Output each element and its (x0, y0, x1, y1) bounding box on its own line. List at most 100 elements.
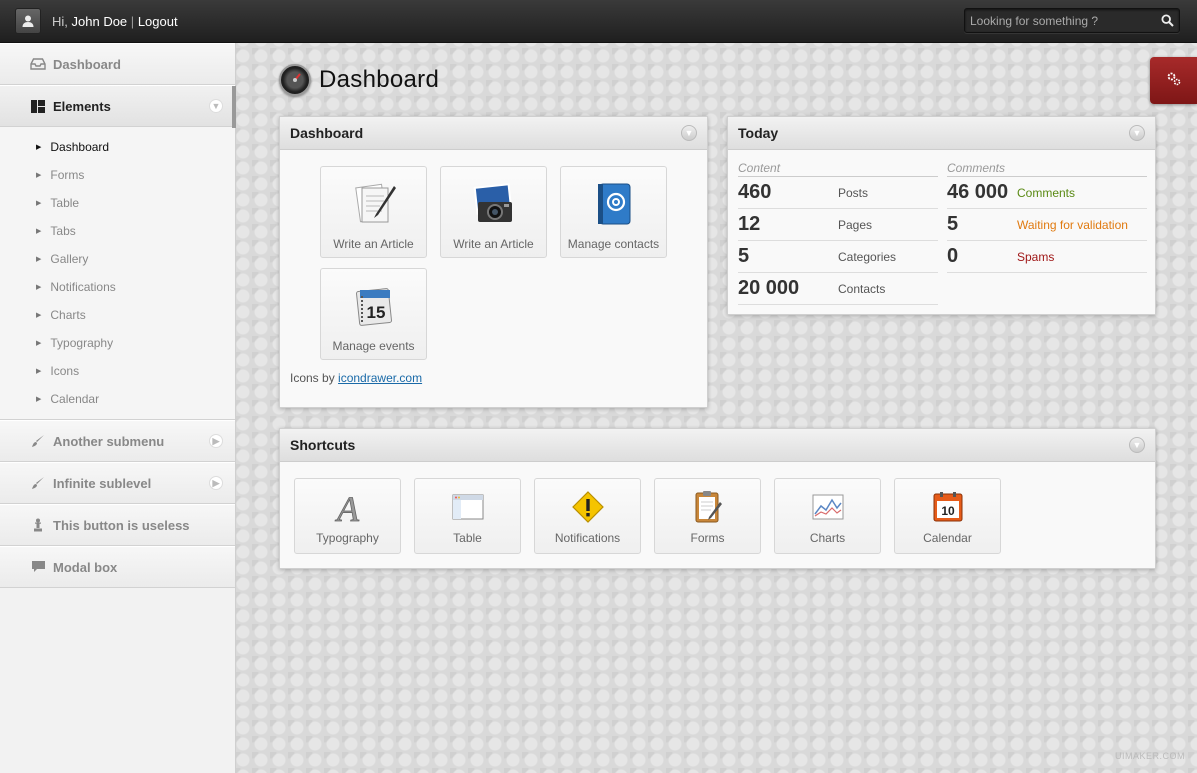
submenu-item-label: Dashboard (50, 140, 110, 154)
stat-row-posts: 460 Posts (738, 177, 938, 209)
stat-value: 20 000 (738, 277, 800, 299)
chevron-right-icon[interactable]: ▶ (209, 476, 223, 490)
elements-submenu: ▶ Dashboard ▶ Forms ▶ Table ▶ Tabs ▶ Gallery … (0, 127, 235, 420)
chevron-down-icon[interactable]: ▼ (209, 99, 223, 113)
warning-icon (570, 489, 606, 525)
submenu-item-tabs[interactable]: ▶ Tabs (0, 217, 235, 245)
submenu-item-label: Notifications (50, 280, 116, 294)
submenu-item-notifications[interactable]: ▶ Notifications (0, 273, 235, 301)
collapse-toggle-icon[interactable]: ▼ (1129, 125, 1145, 141)
submenu-item-label: Typography (50, 336, 114, 350)
layout-icon (30, 98, 46, 114)
sidebar-item-another-submenu[interactable]: Another submenu ▶ (0, 420, 235, 462)
shortcut-forms[interactable]: Forms (654, 478, 761, 554)
shortcut-charts[interactable]: Charts (774, 478, 881, 554)
tile-manage-contacts[interactable]: Manage contacts (560, 166, 667, 258)
stat-row-spams: 0 Spams (947, 241, 1147, 273)
shortcut-label: Table (453, 531, 482, 545)
today-panel: Today ▼ Content 460 Posts 12 Pages 5 Catego… (727, 116, 1156, 315)
window-table-icon (450, 489, 486, 525)
address-book-icon (589, 179, 639, 229)
sidebar: Dashboard Elements ▼ ▶ Dashboard ▶ Forms ▶… (0, 43, 236, 773)
submenu-item-forms[interactable]: ▶ Forms (0, 161, 235, 189)
tile-label: Write an Article (333, 237, 414, 251)
submenu-item-label: Icons (50, 364, 80, 378)
stat-label[interactable]: Posts (838, 186, 868, 200)
settings-gear-button[interactable] (1150, 57, 1197, 104)
stat-row-pages: 12 Pages (738, 209, 938, 241)
font-a-icon: A (330, 489, 366, 525)
watermark: UIMAKER.COM (1114, 751, 1185, 761)
shortcut-label: Charts (809, 531, 846, 545)
shortcut-table[interactable]: Table (414, 478, 521, 554)
submenu-item-table[interactable]: ▶ Table (0, 189, 235, 217)
stat-label[interactable]: Contacts (838, 282, 885, 296)
submenu-item-charts[interactable]: ▶ Charts (0, 301, 235, 329)
sidebar-item-modal-box[interactable]: Modal box (0, 546, 235, 588)
arrow-right-icon: ▶ (36, 228, 42, 235)
submenu-item-label: Tabs (50, 224, 76, 238)
submenu-item-typography[interactable]: ▶ Typography (0, 329, 235, 357)
tile-write-article[interactable]: Write an Article (320, 166, 427, 258)
user-avatar-icon[interactable] (15, 8, 41, 34)
tile-label: Manage events (332, 339, 415, 353)
tile-manage-events[interactable]: 15 Manage events (320, 268, 427, 360)
collapse-toggle-icon[interactable]: ▼ (1129, 437, 1145, 453)
sidebar-item-useless-button[interactable]: This button is useless (0, 504, 235, 546)
submenu-item-dashboard[interactable]: ▶ Dashboard (0, 133, 235, 161)
sidebar-item-label: This button is useless (53, 517, 190, 533)
shortcut-notifications[interactable]: Notifications (534, 478, 641, 554)
content-column-header: Content (738, 161, 938, 177)
stat-label[interactable]: Categories (838, 250, 896, 264)
submenu-item-icons[interactable]: ▶ Icons (0, 357, 235, 385)
stat-label-spams[interactable]: Spams (1017, 250, 1054, 264)
arrow-right-icon: ▶ (36, 396, 42, 403)
shortcut-calendar[interactable]: 10 Calendar (894, 478, 1001, 554)
stat-value: 0 (947, 245, 959, 267)
stat-value: 460 (738, 181, 772, 203)
sidebar-item-dashboard[interactable]: Dashboard (0, 43, 235, 85)
speech-bubble-icon (30, 559, 46, 575)
arrow-right-icon: ▶ (36, 340, 42, 347)
top-bar: Hi, John Doe | Logout (0, 0, 1197, 43)
shortcut-label: Notifications (554, 531, 621, 545)
stat-label-waiting[interactable]: Waiting for validation (1017, 218, 1128, 232)
clipboard-icon (690, 489, 726, 525)
arrow-right-icon: ▶ (36, 312, 42, 319)
submenu-item-label: Forms (50, 168, 85, 182)
collapse-toggle-icon[interactable]: ▼ (681, 125, 697, 141)
greeting-prefix: Hi, (52, 13, 68, 29)
search-icon[interactable] (1155, 9, 1179, 33)
dashboard-panel: Dashboard ▼ Write an Article Write an Ar… (279, 116, 708, 408)
stat-label-comments[interactable]: Comments (1017, 186, 1075, 200)
logout-link[interactable]: Logout (138, 14, 178, 29)
user-name-link[interactable]: John Doe (72, 14, 128, 29)
panel-title: Today (738, 125, 779, 141)
shortcut-label: Typography (316, 531, 379, 545)
panel-title: Dashboard (290, 125, 364, 141)
submenu-item-gallery[interactable]: ▶ Gallery (0, 245, 235, 273)
gears-icon (1166, 71, 1182, 90)
pawn-icon (30, 517, 46, 533)
sidebar-item-label: Dashboard (53, 56, 121, 72)
today-panel-header: Today ▼ (728, 117, 1155, 150)
submenu-item-calendar[interactable]: ▶ Calendar (0, 385, 235, 413)
sidebar-item-label: Another submenu (53, 433, 165, 449)
greeting-separator: | (130, 13, 135, 29)
icondrawer-link[interactable]: icondrawer.com (338, 371, 422, 385)
svg-text:A: A (335, 490, 360, 524)
shortcut-typography[interactable]: A Typography (294, 478, 401, 554)
arrow-right-icon: ▶ (36, 144, 42, 151)
sidebar-item-infinite-sublevel[interactable]: Infinite sublevel ▶ (0, 462, 235, 504)
shortcut-label: Forms (690, 531, 725, 545)
search-input[interactable] (965, 13, 1155, 28)
camera-photo-icon (469, 179, 519, 229)
dashboard-panel-header: Dashboard ▼ (280, 117, 707, 150)
sidebar-item-elements[interactable]: Elements ▼ (0, 85, 236, 128)
chevron-right-icon[interactable]: ▶ (209, 434, 223, 448)
stat-value: 5 (947, 213, 959, 235)
stat-label[interactable]: Pages (838, 218, 872, 232)
comment-stats: Comments 46 000 Comments 5 Waiting for val… (947, 161, 1147, 273)
tile-write-article-photo[interactable]: Write an Article (440, 166, 547, 258)
icons-credits: Icons by icondrawer.com (290, 371, 422, 385)
